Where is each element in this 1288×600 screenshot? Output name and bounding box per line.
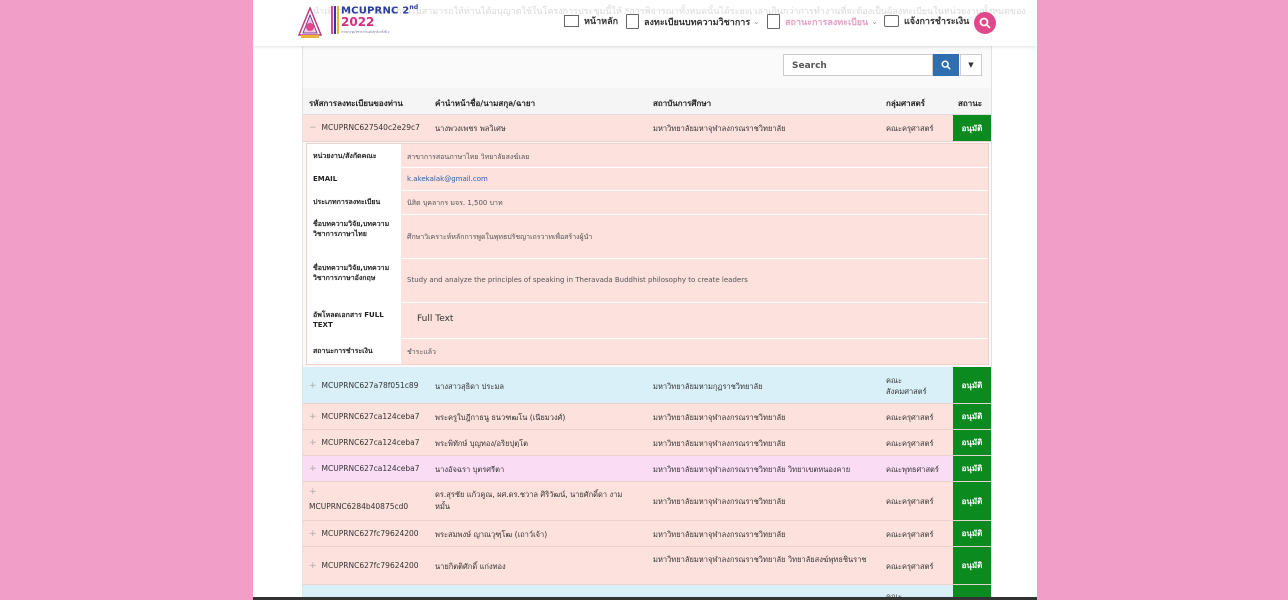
column-header-id[interactable]: รหัสการลงทะเบียนของท่าน [309, 97, 403, 110]
table-row[interactable]: + MCUPRNC627ca124ceba7 พระพิทักษ์ บุญทอง/… [303, 430, 991, 456]
table-row-expanded[interactable]: − MCUPRNC627540c2e29c7 นางพวงเพชร พลวิเศษ… [303, 115, 991, 142]
table-row[interactable]: + MCUPRNC627fc79624200 พระสมพงษ์ ญาณวุฑฺโ… [303, 521, 991, 547]
expand-icon[interactable]: + [309, 487, 317, 497]
status-badge: อนุมัติ [953, 456, 991, 481]
search-icon [941, 60, 951, 70]
payment-icon [884, 15, 899, 27]
nav-payment-notify[interactable]: แจ้งการชำระเงิน [884, 14, 969, 28]
table-row[interactable]: + MCUPRNC6284b40875cd0 ดร.สุรชัย แก้วคูณ… [303, 482, 991, 521]
status-badge: อนุมัติ [953, 547, 991, 584]
row-detail-panel: หน่วยงาน/สังกัดคณะ สาขาการสอนภาษาไทย วิท… [306, 143, 989, 365]
column-header-institution[interactable]: สถาบันการศึกษา [653, 97, 711, 110]
status-badge: อนุมัติ [953, 521, 991, 546]
conference-logo[interactable]: MCUPRNC 2nd 2022 การประชุมวิชาการระดับชา… [341, 4, 418, 35]
home-icon [564, 15, 579, 27]
table-search-input[interactable]: Search [783, 54, 933, 76]
table-search-button[interactable] [933, 54, 959, 76]
chevron-down-icon: ⌄ [871, 17, 878, 26]
table-options-dropdown[interactable]: ▼ [960, 54, 982, 76]
column-header-faculty[interactable]: กลุ่มศาสตร์ [886, 97, 925, 110]
expand-icon[interactable]: + [309, 438, 317, 448]
status-badge: อนุมัติ [953, 430, 991, 455]
expand-icon[interactable]: + [309, 412, 317, 422]
table-row[interactable]: + MCUPRNC627a78f051c89 นางสาวสุธิดา ประมล… [303, 367, 991, 404]
detail-row-registration-type: ประเภทการลงทะเบียน นิสิต บุคลากร มจร. 1,… [307, 190, 988, 215]
fulltext-link[interactable]: Full Text [417, 314, 453, 324]
detail-row-title-english: ชื่อบทความวิจัย,บทความวิชาการภาษาอังกฤษ … [307, 258, 988, 303]
detail-row-department: หน่วยงาน/สังกัดคณะ สาขาการสอนภาษาไทย วิท… [307, 144, 988, 168]
page: นำเที่ยว กองบรรณาธิการไม่สามารถให้ท่านได… [253, 0, 1037, 600]
status-badge: อนุมัติ [953, 367, 991, 403]
table-row[interactable]: + MCUPRNC627ca124ceba7 นางอัจฉรา บุตรศรีต… [303, 456, 991, 482]
search-icon [979, 17, 991, 29]
detail-row-email: EMAIL k.akekalak@gmail.com [307, 167, 988, 191]
nav-registration-status[interactable]: สถานะการลงทะเบียน ⌄ [767, 14, 878, 29]
expand-icon[interactable]: + [309, 464, 317, 474]
detail-row-payment: สถานะการชำระเงิน ชำระแล้ว [307, 338, 988, 364]
expand-icon[interactable]: + [309, 381, 317, 391]
registration-table-panel: Search ▼ รหัสการลงทะเบียนของท่าน คำนำหน้… [302, 46, 992, 600]
expand-icon[interactable]: + [309, 529, 317, 539]
detail-row-title-thai: ชื่อบทความวิจัย,บทความวิชาการภาษาไทย ศึก… [307, 214, 988, 259]
university-seal-icon [297, 7, 323, 38]
detail-row-fulltext: อัพโหลดเอกสาร FULL TEXT Full Text [307, 302, 988, 339]
expand-icon[interactable]: + [309, 561, 317, 571]
logo-color-strip [331, 6, 339, 34]
status-badge: อนุมัติ [953, 115, 991, 141]
table-row[interactable]: + MCUPRNC627fc79624200 นายกิตติศักดิ์ แก่… [303, 547, 991, 585]
status-badge: อนุมัติ [953, 404, 991, 429]
column-header-name[interactable]: คำนำหน้าชื่อ/นามสกุล/ฉายา [435, 97, 535, 110]
chevron-down-icon: ⌄ [753, 17, 760, 26]
document-icon [767, 14, 780, 29]
table-row[interactable]: + MCUPRNC627ca124ceba7 พระครูใบฎีกาธนู ธน… [303, 404, 991, 430]
nav-register-paper[interactable]: ลงทะเบียนบทความวิชาการ ⌄ [626, 14, 760, 29]
document-icon [626, 14, 639, 29]
caret-down-icon: ▼ [968, 61, 974, 69]
column-header-status[interactable]: สถานะ [958, 97, 982, 110]
table-header: รหัสการลงทะเบียนของท่าน คำนำหน้าชื่อ/นาม… [303, 88, 991, 115]
nav-home[interactable]: หน้าหลัก [564, 14, 618, 28]
site-header: นำเที่ยว กองบรรณาธิการไม่สามารถให้ท่านได… [253, 0, 1037, 46]
collapse-icon[interactable]: − [309, 123, 317, 133]
status-badge: อนุมัติ [953, 482, 991, 520]
header-search-button[interactable] [974, 12, 996, 34]
